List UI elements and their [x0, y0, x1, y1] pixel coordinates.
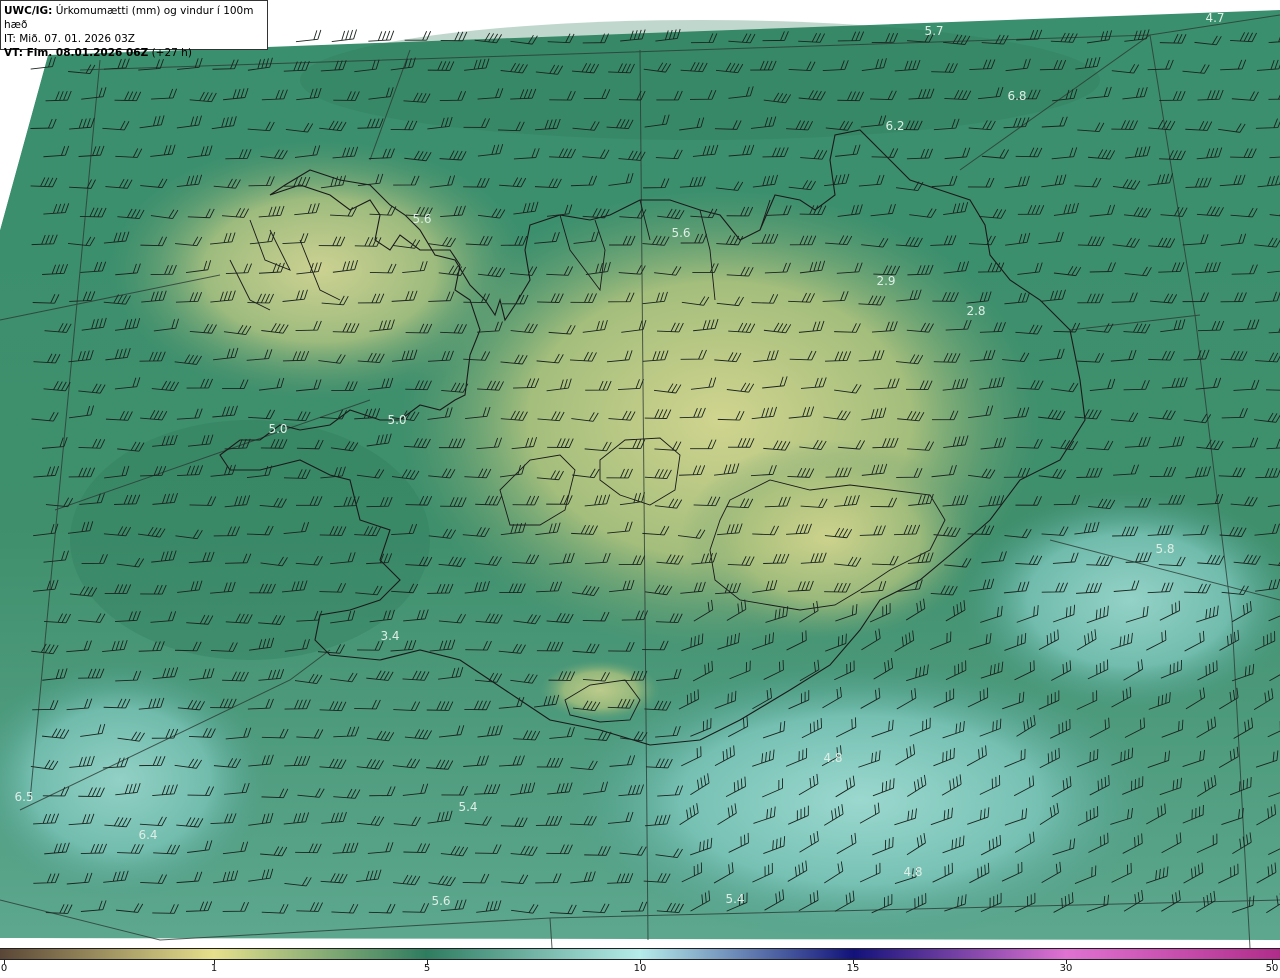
- colorbar-tick-label: 30: [1059, 963, 1073, 974]
- map-value-label: 6.8: [1007, 89, 1026, 103]
- map-value-label: 2.9: [876, 274, 895, 288]
- map-value-label: 2.8: [966, 304, 985, 318]
- map-value-label: 5.8: [1155, 542, 1174, 556]
- map-value-label: 5.4: [458, 800, 477, 814]
- title-line: UWC/IG: Úrkomumætti (mm) og vindur í 100…: [4, 4, 264, 32]
- colorbar-tick-label: 10: [633, 963, 647, 974]
- model-name: UWC/IG:: [4, 5, 53, 17]
- colorbar-tick-label: 5: [423, 963, 431, 974]
- colorbar-tick-label: 50: [1265, 963, 1279, 974]
- map-value-label: 5.4: [725, 892, 744, 906]
- colorbar-tick-label: 15: [846, 963, 860, 974]
- map-value-label: 4.8: [903, 865, 922, 879]
- map-value-label: 6.2: [885, 119, 904, 133]
- colorbar-tick-label: 0: [0, 963, 8, 974]
- map-value-label: 5.0: [268, 422, 287, 436]
- forecast-map: 5.7 4.7 6.8 6.2 5.6 5.6 2.9 2.8 5.0 5.0 3.4 4.8 6.5 6…: [0, 0, 1280, 948]
- map-value-label: 5.6: [431, 894, 450, 908]
- map-value-label: 5.6: [412, 212, 431, 226]
- map-value-label: 6.5: [14, 790, 33, 804]
- map-value-label: 6.4: [138, 828, 157, 842]
- color-scale-bar: [0, 948, 1280, 960]
- header-info-box: UWC/IG: Úrkomumætti (mm) og vindur í 100…: [0, 0, 268, 59]
- map-value-label: 5.6: [671, 226, 690, 240]
- map-value-label: 5.7: [924, 24, 943, 38]
- map-value-label: 4.7: [1205, 11, 1224, 25]
- colorbar-tick-label: 1: [210, 963, 218, 974]
- valid-time: VT: Fim. 08.01.2026 06Z: [4, 47, 149, 59]
- map-value-label: 5.0: [387, 413, 406, 427]
- lead-time: (+27 h): [151, 47, 192, 59]
- map-value-label: 4.8: [823, 751, 842, 765]
- map-value-label: 3.4: [380, 629, 399, 643]
- init-time: IT: Mið. 07. 01. 2026 03Z: [4, 33, 135, 45]
- valid-time-line: VT: Fim. 08.01.2026 06Z (+27 h): [4, 46, 264, 60]
